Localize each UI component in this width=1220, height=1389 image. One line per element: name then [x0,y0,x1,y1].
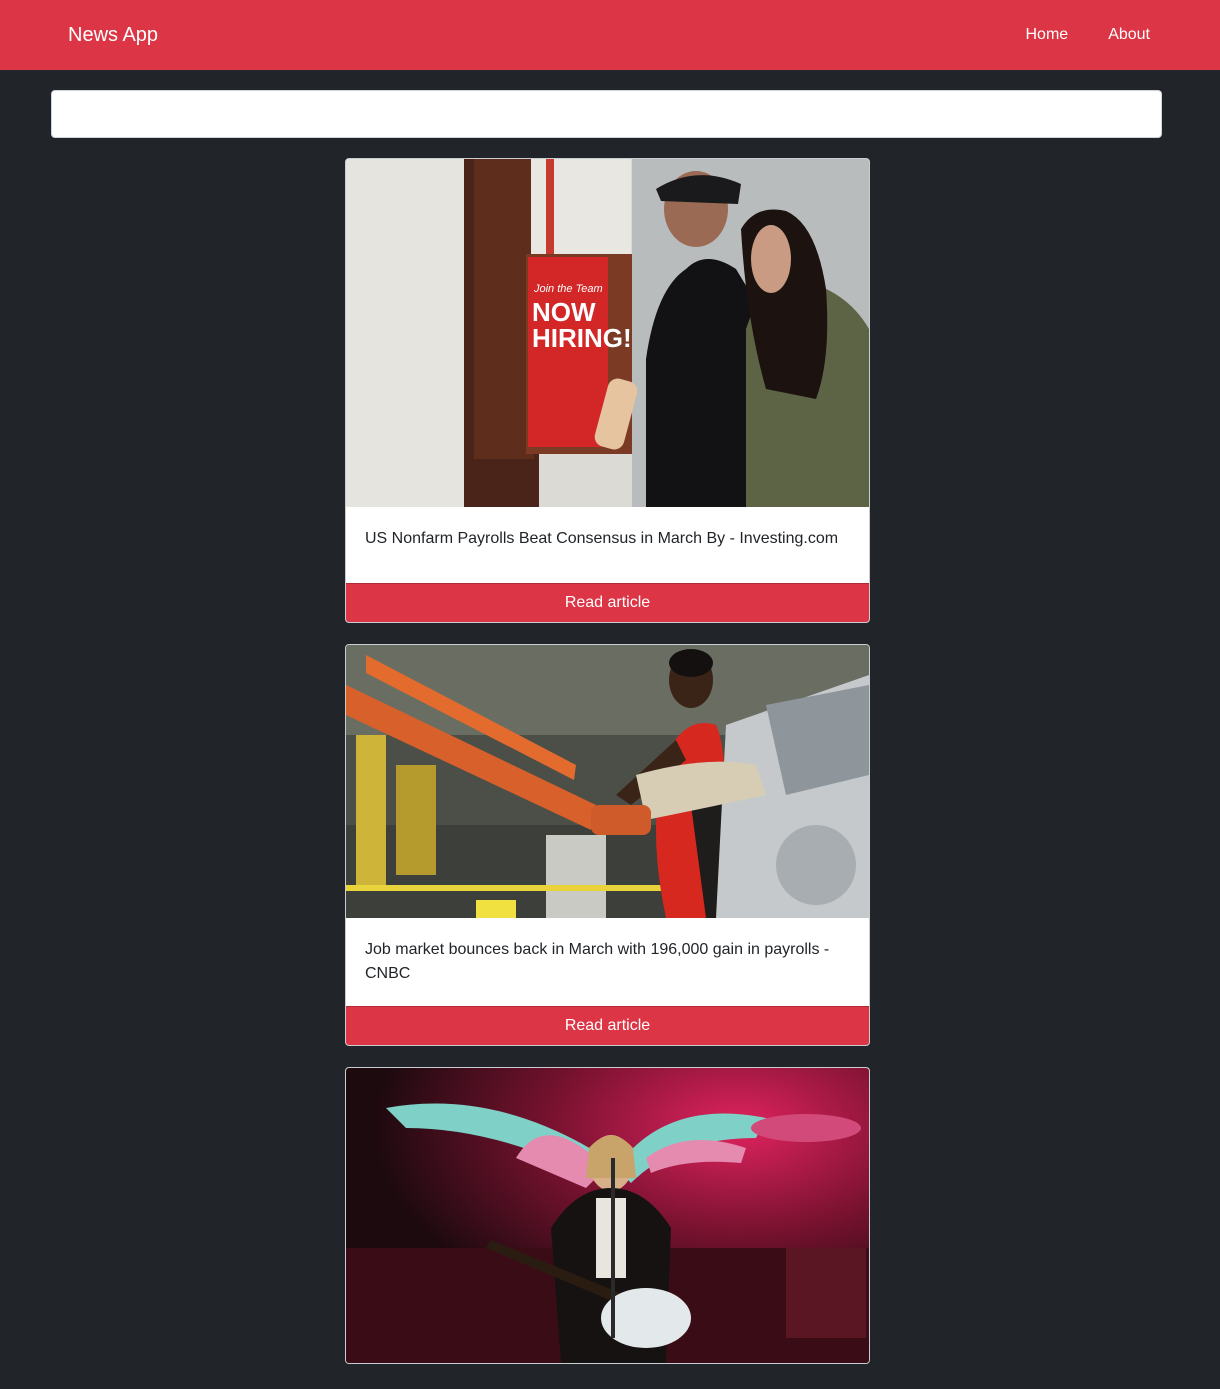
article-image: Join the Team NOW HIRING! [346,159,869,507]
article-card: Join the Team NOW HIRING! US Nonfarm Pay… [345,158,870,623]
brand-title[interactable]: News App [68,25,158,45]
article-body: Job market bounces back in March with 19… [346,918,869,986]
article-card [345,1067,870,1364]
article-body: US Nonfarm Payrolls Beat Consensus in Ma… [346,507,869,551]
article-title: US Nonfarm Payrolls Beat Consensus in Ma… [365,530,839,547]
article-image [346,1068,869,1363]
nav-links: Home About [1026,26,1151,44]
search-container [0,70,1220,138]
article-list: Join the Team NOW HIRING! US Nonfarm Pay… [345,158,870,1364]
top-navbar: News App Home About [0,0,1220,70]
nav-link-home[interactable]: Home [1026,26,1069,44]
svg-text:HIRING!: HIRING! [532,323,632,353]
svg-text:Join the Team: Join the Team [533,283,603,295]
article-title: Job market bounces back in March with 19… [365,941,830,982]
nav-link-about[interactable]: About [1108,26,1150,44]
article-image [346,645,869,918]
article-card: Job market bounces back in March with 19… [345,644,870,1046]
search-input[interactable] [51,90,1162,138]
read-article-button[interactable]: Read article [346,1006,869,1045]
read-article-button[interactable]: Read article [346,583,869,622]
